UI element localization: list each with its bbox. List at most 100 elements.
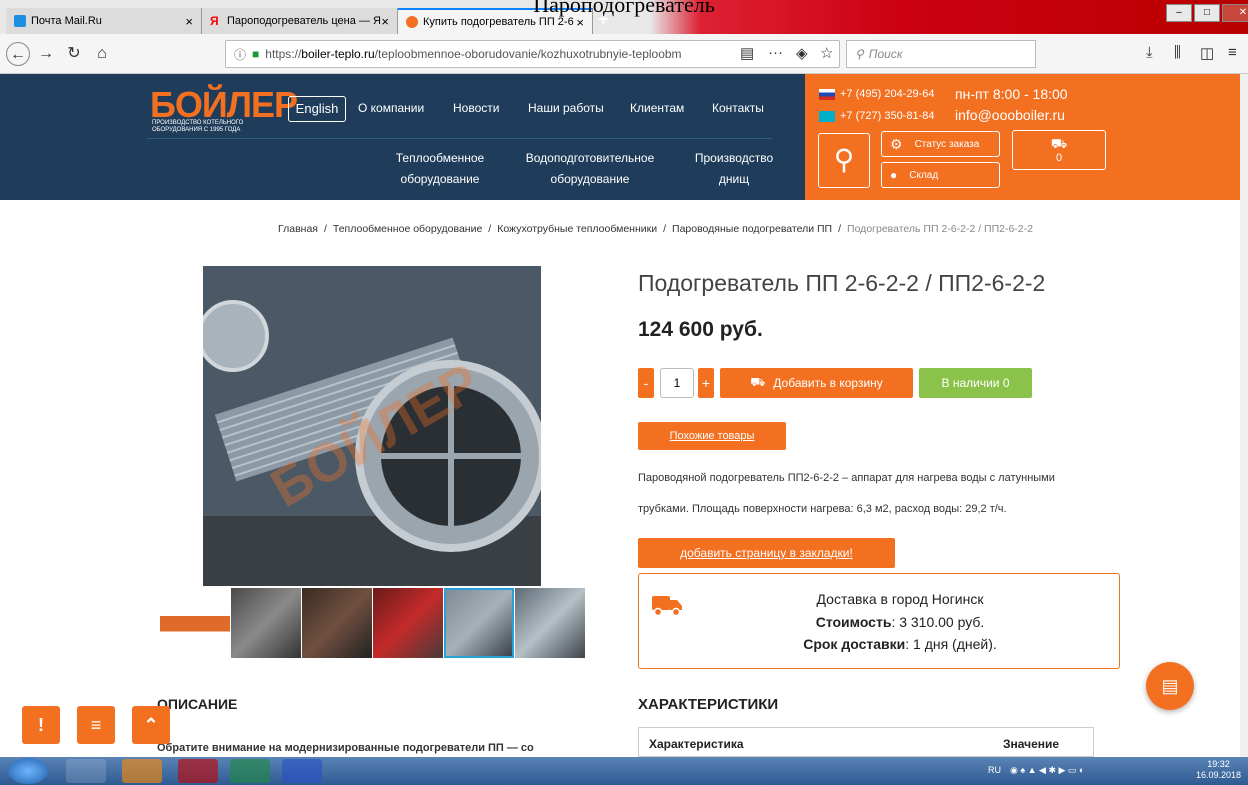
breadcrumb-heat-exchange[interactable]: Теплообменное оборудование <box>333 223 482 235</box>
delivery-city: Доставка в город Ногинск <box>816 591 984 607</box>
breadcrumb: Главная / Теплообменное оборудование / Кожух… <box>278 223 1033 235</box>
english-button[interactable]: English <box>288 96 346 122</box>
cart-count: 0 <box>1055 152 1063 164</box>
delivery-cost: Стоимость: 3 310.00 руб. <box>700 614 1100 630</box>
qty-plus-button[interactable]: + <box>698 368 714 398</box>
pocket-icon[interactable]: ◈ <box>796 44 808 62</box>
product-main-image[interactable]: БОЙЛЕР <box>203 266 541 586</box>
term-label: Срок доставки <box>803 636 906 652</box>
breadcrumb-separator: / <box>663 223 667 235</box>
menu-line: Теплообменное <box>395 151 485 165</box>
order-status-label: Статус заказа <box>914 138 980 150</box>
clock-time: 19:32 <box>1207 759 1230 769</box>
thumbnail-3[interactable] <box>302 588 372 658</box>
kazakhstan-flag-icon <box>819 111 835 122</box>
tray-icons[interactable]: ◉ ♠ ▲ ◀ ✱ ▶ ▭ ◐ <box>1010 765 1084 776</box>
menu-production[interactable]: Производство днищ <box>684 148 784 190</box>
cost-label: Стоимость <box>815 614 892 630</box>
russia-flag-icon <box>819 89 835 100</box>
firefox-icon[interactable] <box>122 759 162 783</box>
cost-value: : 3 310.00 руб. <box>891 614 985 630</box>
excel-icon[interactable] <box>230 759 270 783</box>
sidebar-icon[interactable]: ◫ <box>1200 44 1214 62</box>
work-hours: пн-пт 8:00 - 18:00 <box>955 86 1068 102</box>
order-status-button[interactable]: ⚙ Статус заказа <box>881 131 1000 157</box>
menu-works[interactable]: Наши работы <box>528 101 604 115</box>
description-text: Обратите внимание на модернизированные п… <box>157 742 534 754</box>
forward-icon[interactable]: → <box>34 42 58 66</box>
cart-button[interactable]: ⛟ 0 <box>1012 130 1106 170</box>
thumbnail-2[interactable] <box>231 588 301 658</box>
page-caption: Пароподогреватель <box>533 0 715 17</box>
menu-line: оборудование <box>400 172 480 186</box>
characteristics-heading: ХАРАКТЕРИСТИКИ <box>638 696 779 713</box>
start-button[interactable] <box>8 758 48 784</box>
warehouse-label: Склад <box>909 169 939 181</box>
menu-news[interactable]: Новости <box>453 101 499 115</box>
bookmark-star-icon[interactable]: ☆ <box>820 44 833 62</box>
search-icon: ⚲ <box>855 47 864 61</box>
breadcrumb-steam-heaters[interactable]: Пароводяные подогреватели ПП <box>672 223 832 235</box>
list-button[interactable]: ≡ <box>77 706 115 744</box>
clock[interactable]: 19:32 16.09.2018 <box>1196 759 1241 781</box>
truck-icon <box>652 596 682 616</box>
scroll-up-button[interactable]: ⌃ <box>132 706 170 744</box>
menu-icon[interactable]: ≡ <box>1228 44 1237 61</box>
explorer-icon[interactable] <box>66 759 106 783</box>
product-desc-line2: трубками. Площадь поверхности нагрева: 6… <box>638 503 1007 515</box>
menu-contacts[interactable]: Контакты <box>712 101 764 115</box>
product-price: 124 600 руб. <box>638 318 763 341</box>
term-value: : 1 дня (дней). <box>905 636 997 652</box>
back-icon[interactable]: ← <box>6 42 30 66</box>
similar-products-button[interactable]: Похожие товары <box>638 422 786 450</box>
home-icon[interactable]: ⌂ <box>90 42 114 66</box>
reader-icon[interactable]: ▤ <box>740 44 754 62</box>
add-to-cart-button[interactable]: ⛟ Добавить в корзину <box>720 368 913 398</box>
breadcrumb-current: Подогреватель ПП 2-6-2-2 / ПП2-6-2-2 <box>847 223 1033 235</box>
qty-input[interactable]: 1 <box>660 368 694 398</box>
language-indicator[interactable]: RU <box>988 765 1001 775</box>
cart-icon: ⛟ <box>1050 136 1068 151</box>
qty-minus-button[interactable]: - <box>638 368 654 398</box>
product-desc-line1: Пароводяной подогреватель ПП2-6-2-2 – ап… <box>638 472 1055 484</box>
menu-clients[interactable]: Клиентам <box>630 101 684 115</box>
menu-water-treatment[interactable]: Водоподготовительное оборудование <box>515 148 665 190</box>
browser-search-input[interactable]: ⚲ Поиск <box>846 40 1036 68</box>
delivery-term: Срок доставки: 1 дня (дней). <box>700 636 1100 652</box>
warehouse-button[interactable]: ● Склад <box>881 162 1000 188</box>
phone-russia[interactable]: +7 (495) 204-29-64 <box>840 88 934 100</box>
download-icon[interactable]: ⤓ <box>1146 44 1153 61</box>
reload-icon[interactable]: ↻ <box>62 42 86 66</box>
breadcrumb-shell-tube[interactable]: Кожухотрубные теплообменники <box>497 223 657 235</box>
header-divider <box>147 138 772 139</box>
email-link[interactable]: info@oooboiler.ru <box>955 107 1065 123</box>
chat-button[interactable]: ▤ <box>1146 662 1194 710</box>
site-search-button[interactable]: ⚲ <box>818 133 870 188</box>
alert-button[interactable]: ! <box>22 706 60 744</box>
acrobat-icon[interactable] <box>178 759 218 783</box>
thumbnail-5[interactable] <box>444 588 514 658</box>
word-icon[interactable] <box>282 759 322 783</box>
thumbnail-1[interactable] <box>160 588 230 658</box>
product-title: Подогреватель ПП 2-6-2-2 / ПП2-6-2-2 <box>638 270 1046 296</box>
breadcrumb-home[interactable]: Главная <box>278 223 318 235</box>
menu-about[interactable]: О компании <box>358 101 424 115</box>
in-stock-badge: В наличии 0 <box>919 368 1032 398</box>
bookmark-page-button[interactable]: добавить страницу в закладки! <box>638 538 895 568</box>
thumbnail-6[interactable] <box>515 588 585 658</box>
clock-date: 16.09.2018 <box>1196 770 1242 780</box>
thumbnail-4[interactable] <box>373 588 443 658</box>
more-icon[interactable]: ··· <box>768 44 783 61</box>
library-icon[interactable]: ⫼ <box>1174 44 1181 61</box>
cart-icon: ⛟ <box>750 375 766 389</box>
phone-kazakhstan[interactable]: +7 (727) 350-81-84 <box>840 110 934 122</box>
menu-line: Водоподготовительное <box>525 151 655 165</box>
menu-line: днищ <box>718 172 750 186</box>
table-header-value: Значение <box>1003 737 1060 751</box>
menu-line: Производство <box>694 151 774 165</box>
lock-icon: ■ <box>252 47 260 61</box>
breadcrumb-separator: / <box>323 223 327 235</box>
menu-heat-exchange[interactable]: Теплообменное оборудование <box>380 148 500 190</box>
url-prefix: https:// <box>265 47 302 61</box>
page-scrollbar[interactable] <box>1240 74 1248 757</box>
